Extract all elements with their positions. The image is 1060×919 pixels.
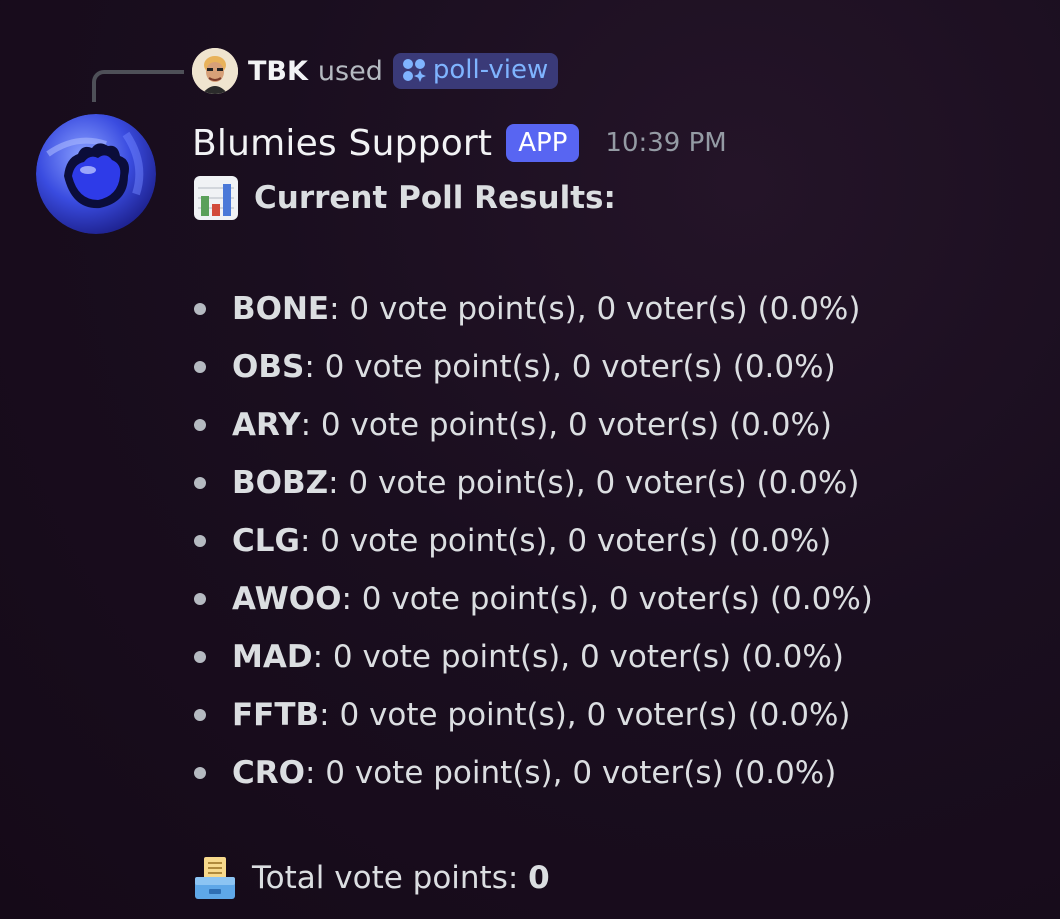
option-name: FFTB <box>232 697 320 733</box>
option-name: ARY <box>232 407 301 443</box>
option-result: : 0 vote point(s), 0 voter(s) (0.0%) <box>329 291 861 327</box>
message-header: Blumies Support APP 10:39 PM <box>192 118 727 168</box>
list-item: AWOO: 0 vote point(s), 0 voter(s) (0.0%) <box>192 570 873 628</box>
poll-title: Current Poll Results: <box>192 174 616 222</box>
option-name: AWOO <box>232 581 342 617</box>
list-item: FFTB: 0 vote point(s), 0 voter(s) (0.0%) <box>192 686 873 744</box>
list-item: OBS: 0 vote point(s), 0 voter(s) (0.0%) <box>192 338 873 396</box>
total-label: Total vote points: <box>252 860 529 896</box>
option-name: CRO <box>232 755 305 791</box>
option-name: MAD <box>232 639 313 675</box>
reply-username[interactable]: TBK <box>248 56 308 87</box>
option-name: OBS <box>232 349 305 385</box>
bullet-icon <box>194 477 206 489</box>
option-result: : 0 vote point(s), 0 voter(s) (0.0%) <box>304 755 837 791</box>
option-result: : 0 vote point(s), 0 voter(s) (0.0%) <box>328 465 860 501</box>
bullet-icon <box>194 535 206 547</box>
list-item: ARY: 0 vote point(s), 0 voter(s) (0.0%) <box>192 396 873 454</box>
option-result: : 0 vote point(s), 0 voter(s) (0.0%) <box>299 523 832 559</box>
reply-context: TBK used poll-view <box>192 48 559 94</box>
sparkle-app-command-icon <box>402 59 426 82</box>
option-result: : 0 vote point(s), 0 voter(s) (0.0%) <box>304 349 836 385</box>
author-name[interactable]: Blumies Support <box>192 123 492 164</box>
bullet-icon <box>194 419 206 431</box>
blue-hand-orb-avatar[interactable] <box>36 114 156 234</box>
option-result: : 0 vote point(s), 0 voter(s) (0.0%) <box>319 697 851 733</box>
list-item: MAD: 0 vote point(s), 0 voter(s) (0.0%) <box>192 628 873 686</box>
command-pill[interactable]: poll-view <box>392 53 559 89</box>
bullet-icon <box>194 651 206 663</box>
list-item: CRO: 0 vote point(s), 0 voter(s) (0.0%) <box>192 744 873 802</box>
list-item: BONE: 0 vote point(s), 0 voter(s) (0.0%) <box>192 280 873 338</box>
bullet-icon <box>194 709 206 721</box>
option-result: : 0 vote point(s), 0 voter(s) (0.0%) <box>341 581 873 617</box>
option-name: BONE <box>232 291 330 327</box>
app-badge: APP <box>506 124 580 162</box>
poll-title-text: Current Poll Results: <box>254 180 616 216</box>
total-value: 0 <box>528 860 550 896</box>
reply-used-text: used <box>317 55 383 87</box>
option-result: : 0 vote point(s), 0 voter(s) (0.0%) <box>300 407 832 443</box>
bullet-icon <box>194 593 206 605</box>
total-vote-points: Total vote points: 0 <box>192 850 550 906</box>
bullet-icon <box>194 303 206 315</box>
list-item: CLG: 0 vote point(s), 0 voter(s) (0.0%) <box>192 512 873 570</box>
option-name: BOBZ <box>232 465 329 501</box>
bar-chart-emoji <box>194 176 238 220</box>
list-item: BOBZ: 0 vote point(s), 0 voter(s) (0.0%) <box>192 454 873 512</box>
reply-connector <box>92 70 184 102</box>
option-name: CLG <box>232 523 300 559</box>
ballot-box-emoji <box>195 857 235 899</box>
command-name: poll-view <box>432 55 549 85</box>
poll-results-list: BONE: 0 vote point(s), 0 voter(s) (0.0%)… <box>192 280 873 802</box>
bullet-icon <box>194 767 206 779</box>
option-result: : 0 vote point(s), 0 voter(s) (0.0%) <box>312 639 844 675</box>
bullet-icon <box>194 361 206 373</box>
user-portrait-avatar[interactable] <box>192 48 238 94</box>
message-timestamp[interactable]: 10:39 PM <box>605 128 726 158</box>
